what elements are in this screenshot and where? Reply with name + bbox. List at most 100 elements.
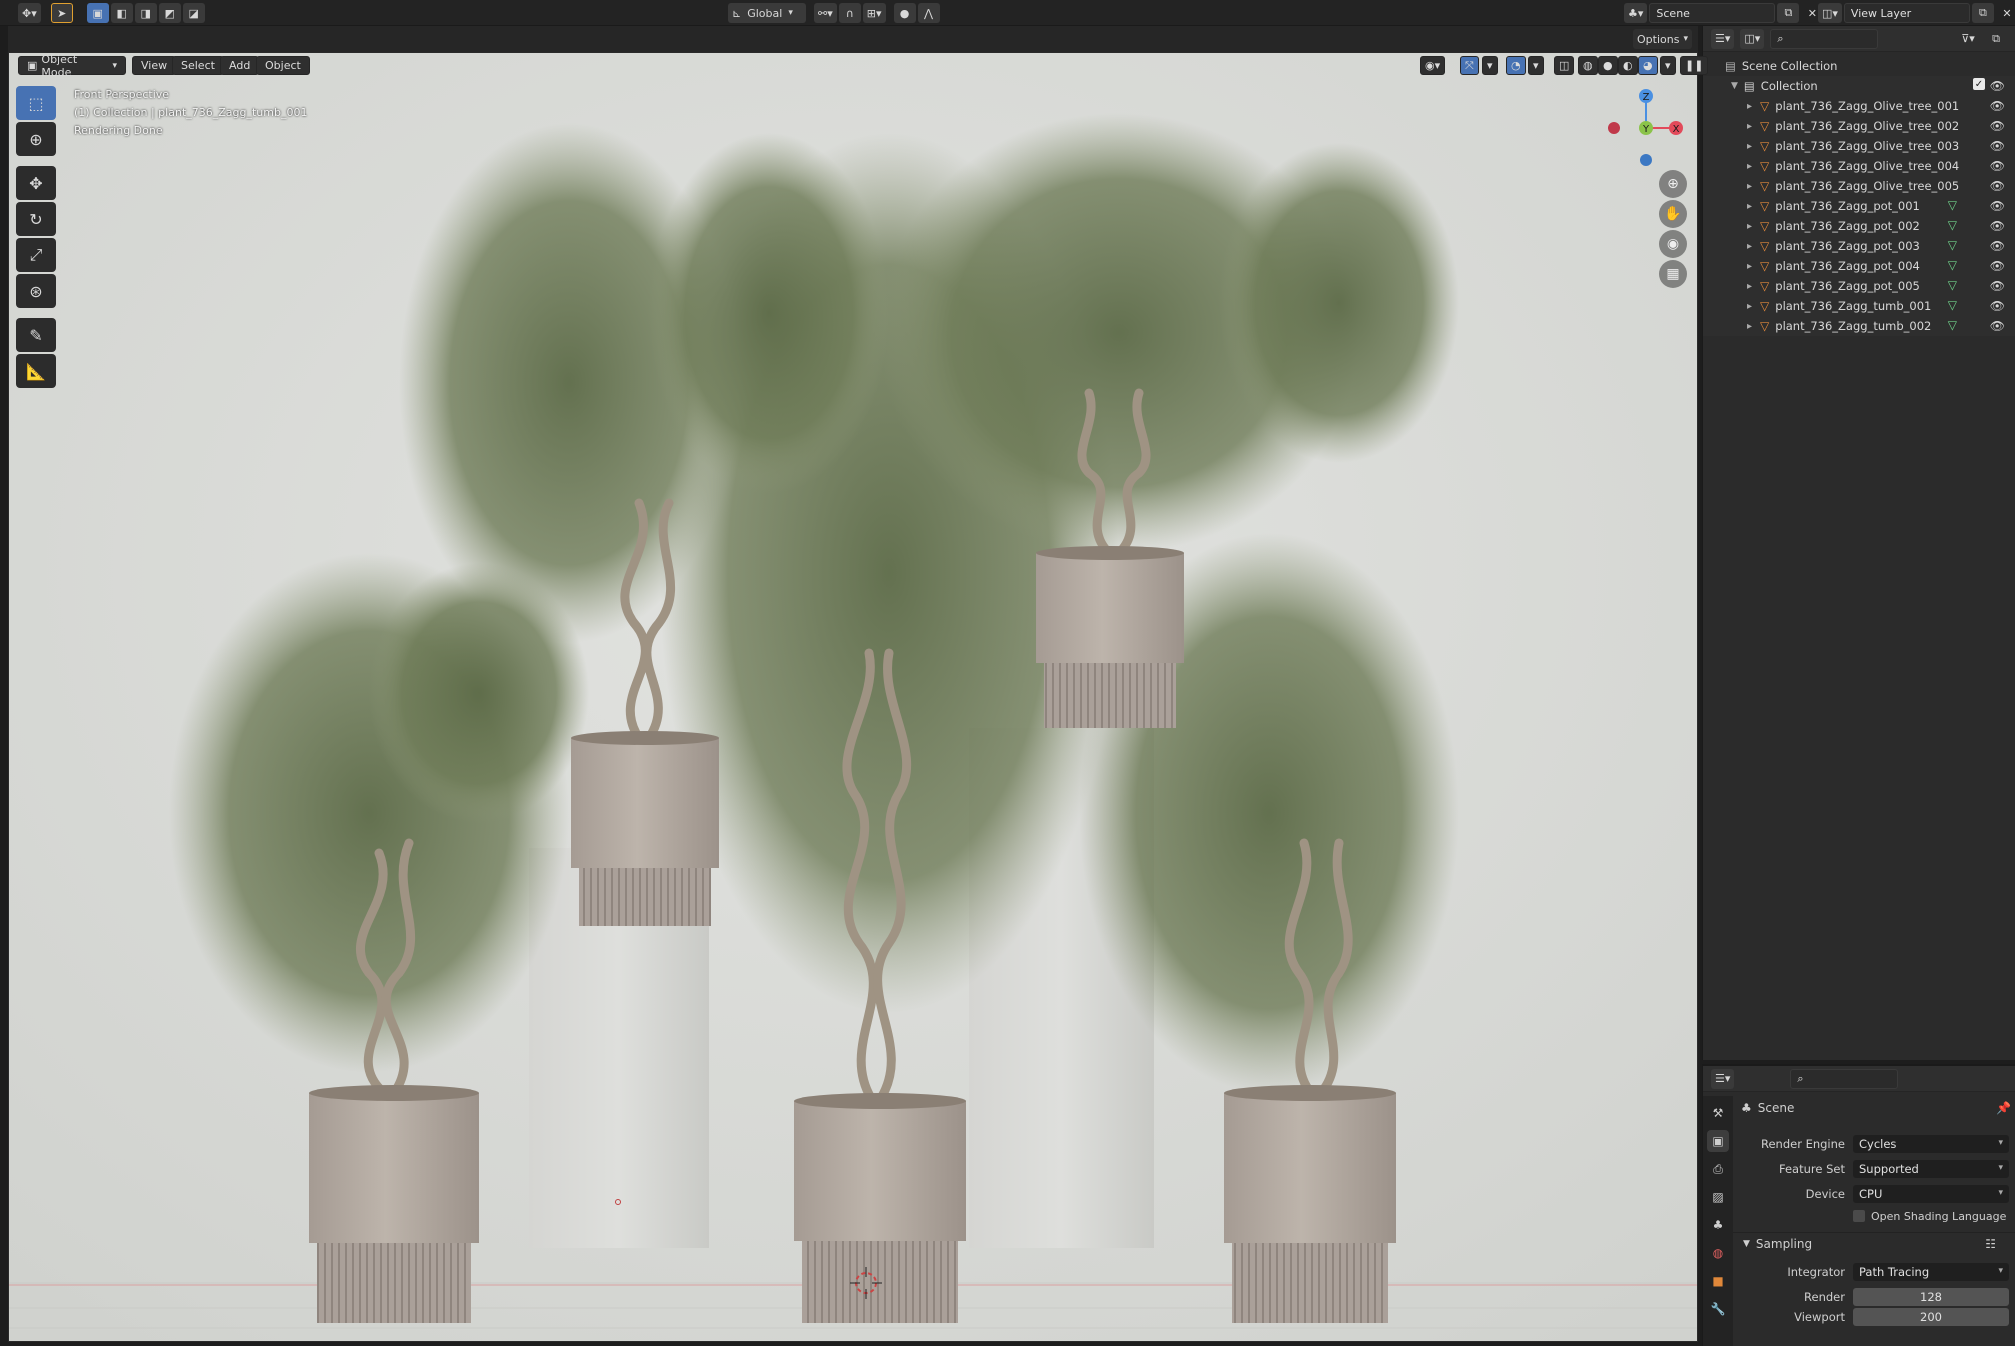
outliner-object-row[interactable]: ▸ ▽ plant_736_Zagg_Olive_tree_005 👁 [1703, 176, 2015, 196]
outliner-object-row[interactable]: ▸ ▽ plant_736_Zagg_tumb_001 ▽ 👁 [1703, 296, 2015, 316]
mesh-data-icon[interactable]: ▽ [1948, 258, 1957, 272]
shading-material[interactable]: ◐ [1618, 56, 1638, 75]
outliner-object-row[interactable]: ▸ ▽ plant_736_Zagg_pot_005 ▽ 👁 [1703, 276, 2015, 296]
outliner-object-row[interactable]: ▸ ▽ plant_736_Zagg_pot_002 ▽ 👁 [1703, 216, 2015, 236]
mesh-data-icon[interactable]: ▽ [1948, 278, 1957, 292]
eye-icon[interactable]: 👁 [1990, 259, 2005, 273]
proportional-falloff-dropdown[interactable]: ⋀ [917, 3, 940, 23]
select-tool-button[interactable]: ➤ [50, 3, 73, 23]
eye-icon[interactable]: 👁 [1990, 299, 2005, 313]
scene-name-field[interactable]: Scene [1649, 3, 1776, 23]
pin-icon[interactable]: 📌 [1996, 1101, 2011, 1115]
eye-icon[interactable]: 👁 [1990, 159, 2005, 173]
eye-icon[interactable]: 👁 [1990, 279, 2005, 293]
expand-right-icon[interactable]: ▸ [1747, 241, 1752, 252]
zoom-button[interactable]: ⊕ [1659, 170, 1687, 198]
eye-icon[interactable]: 👁 [1990, 79, 2005, 93]
mesh-data-icon[interactable]: ▽ [1948, 238, 1957, 252]
eye-icon[interactable]: 👁 [1990, 119, 2005, 133]
outliner-filter-dropdown[interactable]: ⊽▾ [1957, 29, 1979, 49]
editor-type-button[interactable]: ✥▾ [18, 3, 41, 23]
shading-dropdown[interactable]: ▾ [1660, 56, 1676, 75]
properties-editor-type[interactable]: ☰▾ [1711, 1068, 1735, 1089]
expand-right-icon[interactable]: ▸ [1747, 321, 1752, 332]
outliner-object-row[interactable]: ▸ ▽ plant_736_Zagg_pot_003 ▽ 👁 [1703, 236, 2015, 256]
sampling-panel-header[interactable]: ▼ Sampling ☷ [1733, 1232, 2015, 1254]
overlays-toggle[interactable]: ◔ [1506, 56, 1526, 75]
tool-select-box[interactable]: ⬚ [16, 86, 56, 120]
gizmo-toggle[interactable]: ⤧ [1460, 56, 1479, 75]
expand-right-icon[interactable]: ▸ [1747, 201, 1752, 212]
osl-checkbox[interactable] [1853, 1210, 1865, 1222]
eye-icon[interactable]: 👁 [1990, 199, 2005, 213]
tool-annotate[interactable]: ✎ [16, 318, 56, 352]
eye-icon[interactable]: 👁 [1990, 319, 2005, 333]
select-mode-intersect-button[interactable]: ◪ [182, 3, 205, 23]
menu-add[interactable]: Add [220, 56, 260, 75]
view-layer-field[interactable]: View Layer [1843, 3, 1970, 23]
expand-right-icon[interactable]: ▸ [1747, 221, 1752, 232]
outliner-object-row[interactable]: ▸ ▽ plant_736_Zagg_pot_001 ▽ 👁 [1703, 196, 2015, 216]
presets-list-icon[interactable]: ☷ [1985, 1237, 1996, 1251]
eye-icon[interactable]: 👁 [1990, 239, 2005, 253]
shading-solid[interactable]: ● [1598, 56, 1618, 75]
snap-target-dropdown[interactable]: ⊞▾ [862, 3, 886, 23]
xray-toggle[interactable]: ◫ [1554, 56, 1575, 75]
eye-icon[interactable]: 👁 [1990, 139, 2005, 153]
new-scene-button[interactable]: ⧉ [1777, 3, 1800, 23]
render-engine-dropdown[interactable]: Cycles ▾ [1853, 1135, 2009, 1153]
tab-modifiers[interactable]: 🔧 [1707, 1298, 1729, 1320]
scene-collection-row[interactable]: ▤ Scene Collection [1703, 56, 2015, 76]
pan-button[interactable]: ✋ [1659, 200, 1687, 228]
pivot-point-dropdown[interactable]: ⚯▾ [814, 3, 837, 23]
device-dropdown[interactable]: CPU ▾ [1853, 1185, 2009, 1203]
tab-world[interactable]: ◍ [1707, 1242, 1729, 1264]
tool-move[interactable]: ✥ [16, 166, 56, 200]
gizmo-neg-z-axis[interactable] [1640, 154, 1652, 166]
mesh-data-icon[interactable]: ▽ [1948, 298, 1957, 312]
visibility-selectability-dropdown[interactable]: ◉▾ [1420, 56, 1446, 75]
outliner-search-input[interactable]: ⌕ [1770, 28, 1879, 49]
outliner-object-row[interactable]: ▸ ▽ plant_736_Zagg_pot_004 ▽ 👁 [1703, 256, 2015, 276]
expand-right-icon[interactable]: ▸ [1747, 141, 1752, 152]
view-layer-browse-button[interactable]: ◫▾ [1818, 3, 1842, 23]
feature-set-dropdown[interactable]: Supported ▾ [1853, 1160, 2009, 1178]
ortho-toggle-button[interactable]: ▦ [1659, 260, 1687, 288]
menu-object[interactable]: Object [256, 56, 310, 75]
pause-render-button[interactable]: ❚❚ [1680, 56, 1709, 75]
menu-select[interactable]: Select [172, 56, 224, 75]
shading-wireframe[interactable]: ◍ [1578, 56, 1598, 75]
menu-view[interactable]: View [132, 56, 177, 75]
gizmo-neg-x-axis[interactable] [1608, 122, 1620, 134]
mesh-data-icon[interactable]: ▽ [1948, 318, 1957, 332]
expand-right-icon[interactable]: ▸ [1747, 301, 1752, 312]
select-mode-subtract-button[interactable]: ◨ [134, 3, 157, 23]
outliner-object-row[interactable]: ▸ ▽ plant_736_Zagg_Olive_tree_001 👁 [1703, 96, 2015, 116]
tab-render[interactable]: ▣ [1707, 1130, 1729, 1152]
overlays-dropdown[interactable]: ▾ [1528, 56, 1544, 75]
gizmo-dropdown[interactable]: ▾ [1482, 56, 1498, 75]
expand-right-icon[interactable]: ▸ [1747, 121, 1752, 132]
select-mode-new-button[interactable]: ▣ [86, 3, 109, 23]
tab-tool[interactable]: ⚒ [1707, 1102, 1729, 1124]
expand-right-icon[interactable]: ▸ [1747, 181, 1752, 192]
outliner-object-row[interactable]: ▸ ▽ plant_736_Zagg_Olive_tree_003 👁 [1703, 136, 2015, 156]
exclude-checkbox[interactable]: ✓ [1973, 78, 1985, 90]
mode-dropdown[interactable]: ▣ Object Mode ▾ [18, 53, 126, 79]
tab-object[interactable]: ■ [1707, 1270, 1729, 1292]
expand-right-icon[interactable]: ▸ [1747, 261, 1752, 272]
tool-rotate[interactable]: ↻ [16, 202, 56, 236]
transform-orientation-dropdown[interactable]: ⊾ Global ▾ [728, 3, 806, 23]
integrator-dropdown[interactable]: Path Tracing ▾ [1853, 1263, 2009, 1281]
expand-right-icon[interactable]: ▸ [1747, 101, 1752, 112]
tab-output[interactable]: ⎙ [1707, 1158, 1729, 1180]
tool-cursor[interactable]: ⊕ [16, 122, 56, 156]
properties-search-input[interactable]: ⌕ [1790, 1068, 1899, 1089]
outliner-editor-type[interactable]: ☰▾ [1711, 28, 1735, 49]
delete-view-layer-button[interactable]: ✕ [1996, 3, 2015, 23]
tool-transform[interactable]: ⊛ [16, 274, 56, 308]
outliner-display-mode[interactable]: ◫▾ [1740, 28, 1765, 49]
tab-view-layer[interactable]: ▨ [1707, 1186, 1729, 1208]
outliner-object-row[interactable]: ▸ ▽ plant_736_Zagg_tumb_002 ▽ 👁 [1703, 316, 2015, 336]
new-collection-button[interactable]: ⧉ [1985, 29, 2007, 49]
